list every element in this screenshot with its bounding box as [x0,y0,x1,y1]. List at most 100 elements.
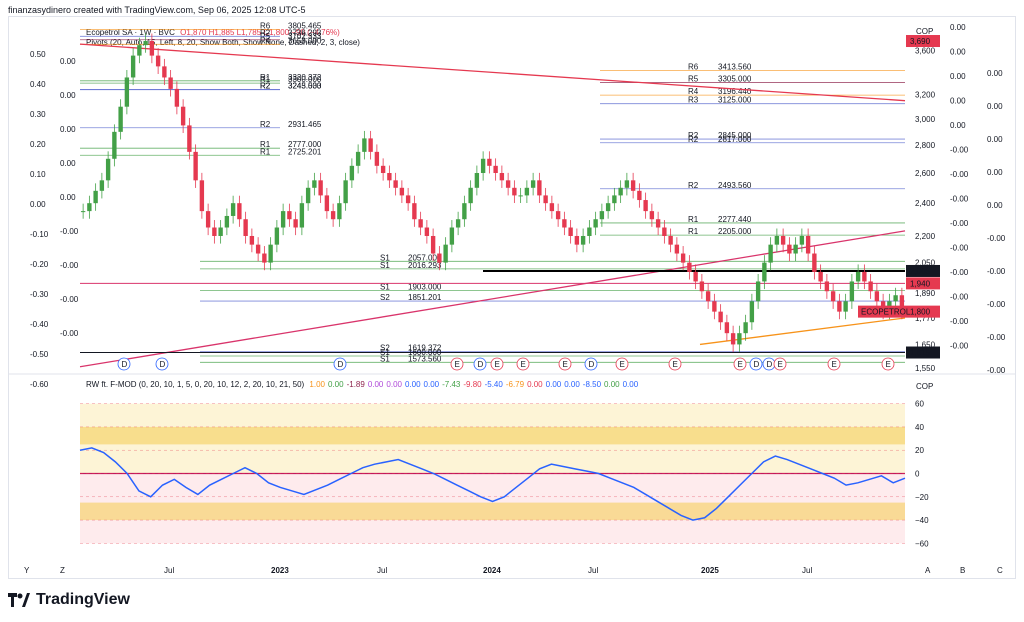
candle-body [380,165,386,174]
right-axis-tick: 0.00 [950,72,966,81]
osc-axis-tick: −40 [915,516,929,525]
right-axis-tick: 0.00 [950,97,966,106]
candle-body [393,180,398,188]
candle-body [374,151,380,166]
candle-body [443,244,448,263]
x-axis-tick: Jul [164,566,174,575]
right-axis-tick: -0.00 [950,219,969,228]
event-marker-label: D [754,360,760,369]
candle-body [93,190,98,204]
candle-body [537,180,542,196]
candle-body [580,235,586,245]
osc-axis-tick: 60 [915,400,924,409]
candle-body [499,173,505,181]
candle-body [780,235,786,245]
right-axis-tick: 0.00 [950,48,966,57]
pivot-value: 3413.560 [718,62,752,71]
candle-body [793,244,798,254]
candle-body [387,173,392,181]
event-marker-label: E [455,360,460,369]
candle-body [124,77,130,107]
event-marker-label: E [620,360,625,369]
left-axis-tick: 0.50 [30,50,46,59]
right-axis-tick: -0.00 [950,293,969,302]
candle-body [337,203,342,220]
candle-body [368,138,373,152]
candle-body [324,195,330,212]
price-axis-currency: COP [916,27,933,36]
candle-body [118,106,123,132]
candle-body [624,180,630,188]
left-axis-tick: -0.40 [30,320,49,329]
candle-body [868,281,873,292]
pivot-label: R2 [688,181,699,190]
candle-body [668,235,673,245]
candle-body [237,203,242,220]
candle-body [855,271,861,282]
candle-body [818,271,823,282]
candle-body [137,45,142,56]
left-axis2-tick: -0.00 [60,261,79,270]
candle-body [799,235,805,245]
candle-body [593,219,598,228]
price-chart[interactable]: R6 3805.465R5 3702.333R4 3658.000R2 3736.293… [0,0,1024,622]
candle-body [312,180,317,188]
price-axis-tick: 3,000 [915,115,936,124]
osc-axis-tick: −60 [915,539,929,548]
candle-body [255,244,261,254]
pivot-label: R2 [260,28,271,37]
pivot-value: 2817.000 [718,135,752,144]
event-marker-label: E [778,360,783,369]
right-axis2-tick: -0.00 [987,267,1006,276]
left-axis-tick: 0.20 [30,140,46,149]
candle-body [712,301,717,312]
right-axis2-tick: 0.00 [987,135,1003,144]
candle-body [418,219,423,228]
right-axis-tick: -0.00 [950,342,969,351]
pivot-value: 2725.201 [288,147,322,156]
candle-body [680,253,686,263]
candle-body [512,187,517,196]
candle-body [774,235,780,245]
candle-body [230,203,236,216]
x-axis-tick: Jul [802,566,812,575]
candle-body [724,322,730,334]
candle-body [637,190,642,201]
candle-body [130,55,136,78]
event-marker-label: D [767,360,773,369]
price-axis-tick: 2,400 [915,199,936,208]
pivot-value: 2205.000 [718,227,752,236]
candle-body [837,301,842,312]
candle-body [399,187,405,196]
pivot-label: R3 [688,96,699,105]
candle-body [487,158,492,166]
osc-band-strong-lower [80,502,905,521]
candle-body [318,180,323,196]
candle-body [562,219,567,228]
pivot-label: R4 [260,36,271,45]
candle-body [243,219,248,236]
x-axis-tick: Jul [377,566,387,575]
left-axis-tick: -0.60 [30,380,49,389]
left-axis-tick: 0.10 [30,170,46,179]
candle-body [768,244,773,263]
candle-body [430,235,436,254]
candle-body [274,227,280,245]
candle-body [662,227,667,236]
price-tag-label: 1,800 [910,308,931,317]
candle-body [862,271,867,282]
candle-body [630,180,636,191]
right-axis2-tick: 0.00 [987,201,1003,210]
right-axis-tick: 0.00 [950,23,966,32]
left-axis-tick: -0.50 [30,350,49,359]
candle-body [543,195,548,204]
candle-body [505,180,511,188]
corner-letter: C [997,566,1003,575]
pivot-value: 2057.000 [408,253,442,262]
candle-body [893,295,898,302]
candle-body [824,281,830,292]
candle-body [80,211,86,213]
right-axis2-tick: -0.00 [987,333,1006,342]
trendline-resistance [79,43,906,102]
x-axis-tick: 2024 [483,566,501,575]
